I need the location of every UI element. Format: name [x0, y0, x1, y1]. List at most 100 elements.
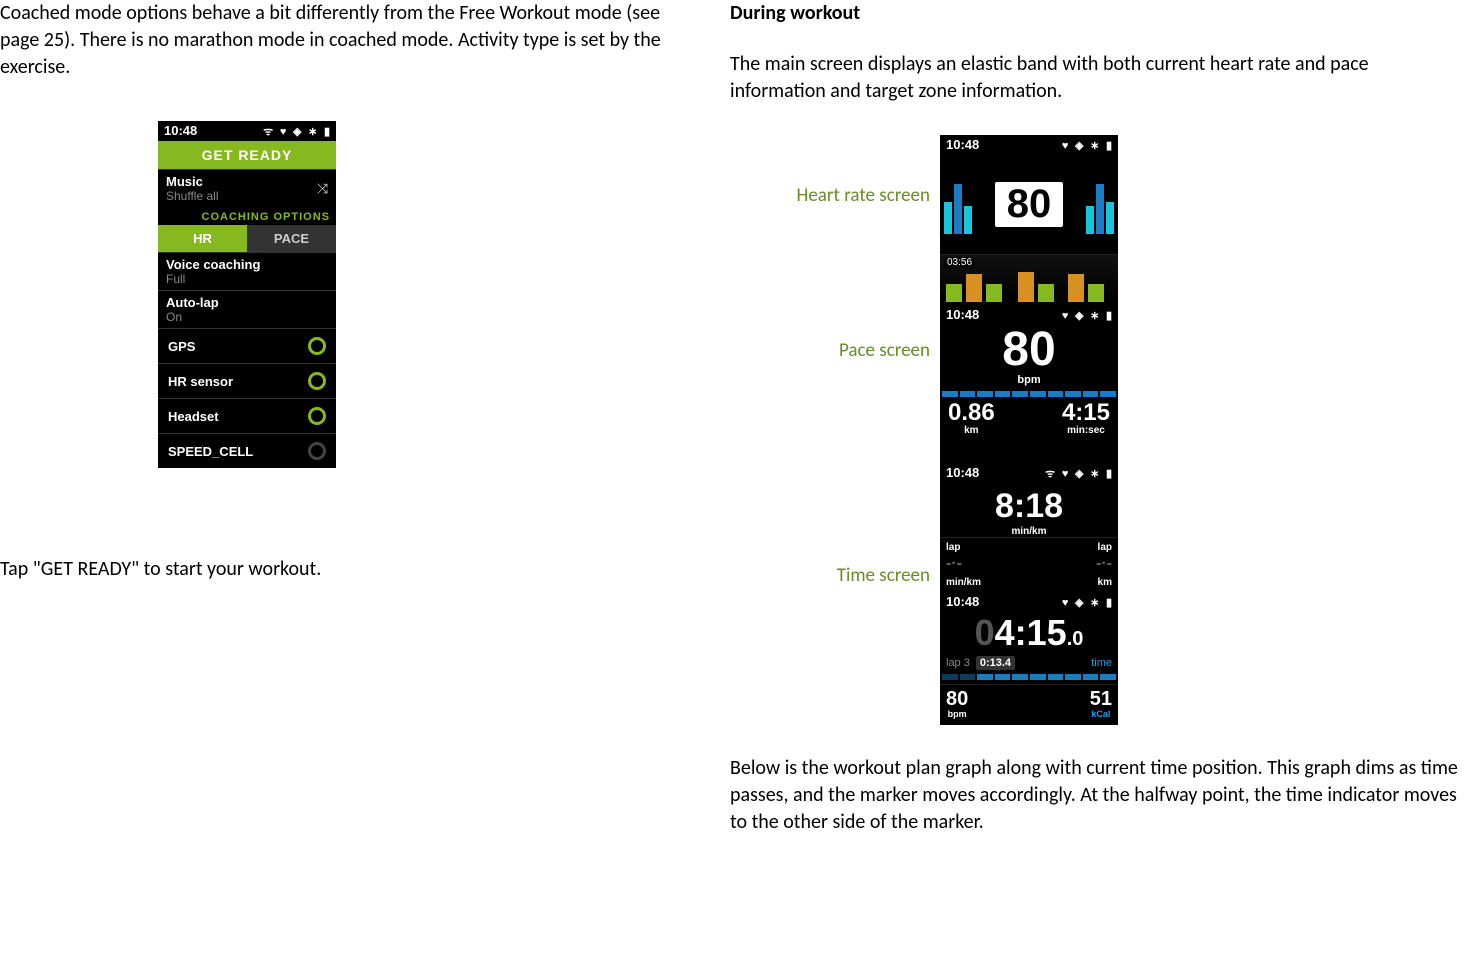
bottom-kcal-value: 51 [1090, 689, 1112, 709]
battery-icon: ▮ [1106, 597, 1112, 609]
lap-unit-minkm: min/km [946, 577, 981, 588]
headset-row[interactable]: Headset [158, 398, 336, 433]
music-label: Music [166, 174, 328, 189]
heart-icon: ♥ [280, 126, 287, 138]
hr-plan-graph: 03:56 [940, 254, 1118, 302]
workout-graph-para: Below is the workout plan graph along wi… [730, 755, 1465, 836]
lap-value-left: -·- [946, 555, 962, 573]
status-icons: ♥ ◈ ∗ ▮ [1059, 137, 1112, 152]
gps-row[interactable]: GPS [158, 328, 336, 363]
distance-unit: km [948, 425, 995, 436]
status-time: 10:48 [164, 123, 197, 139]
bluetooth-icon: ∗ [308, 126, 317, 138]
hr-value: 80 [995, 182, 1064, 227]
bpm-value: 80 [940, 326, 1118, 374]
status-icons: ᯤ ♥ ◈ ∗ ▮ [260, 123, 330, 139]
lap-number: lap 3 [946, 657, 970, 669]
heart-icon: ♥ [1062, 310, 1069, 322]
headset-label: Headset [168, 409, 219, 424]
music-value: Shuffle all [166, 189, 328, 203]
pace-bars [940, 389, 1118, 397]
tap-get-ready-para: Tap "GET READY" to start your workout. [0, 556, 690, 583]
wifi-icon: ᯤ [1045, 468, 1055, 480]
heart-icon: ♥ [1062, 468, 1069, 480]
time-label: time [1091, 657, 1112, 669]
hr-sensor-label: HR sensor [168, 374, 233, 389]
pace-minkm-unit: min/km [940, 526, 1118, 537]
hr-sensor-row[interactable]: HR sensor [158, 363, 336, 398]
bluetooth-icon: ∗ [1090, 140, 1099, 152]
tab-hr[interactable]: HR [158, 225, 247, 252]
coaching-options-header: COACHING OPTIONS [158, 207, 336, 225]
heart-icon: ♥ [1062, 597, 1069, 609]
status-time: 10:48 [946, 465, 979, 481]
duration-unit: min:sec [1062, 425, 1110, 436]
hr-elastic-band: 80 [940, 154, 1118, 254]
voice-label: Voice coaching [166, 257, 328, 272]
autolap-row[interactable]: Auto-lap On [158, 290, 336, 328]
progress-bar [940, 674, 1118, 682]
gps-status-icon [308, 337, 326, 355]
bluetooth-icon: ∗ [1090, 310, 1099, 322]
status-icons: ᯤ ♥ ◈ ∗ ▮ [1042, 465, 1112, 481]
heart-icon: ♥ [1062, 140, 1069, 152]
vibrate-icon: ◈ [1075, 310, 1083, 322]
lap-unit-km: km [1098, 577, 1112, 588]
coaching-tabs: HR PACE [158, 225, 336, 252]
vibrate-icon: ◈ [1075, 468, 1083, 480]
time-screenshot: 10:48 ♥ ◈ ∗ ▮ 04:15.0 lap 3 0:13.4 time [940, 592, 1118, 725]
speedcell-row[interactable]: SPEED_CELL [158, 433, 336, 468]
heart-rate-screenshot: 10:48 ♥ ◈ ∗ ▮ 80 [940, 135, 1118, 305]
bottom-kcal-unit: kCal [1090, 709, 1112, 719]
bottom-bpm-unit: bpm [946, 709, 968, 719]
music-row[interactable]: Music Shuffle all ⤨ [158, 169, 336, 207]
lap-label-right: lap [1098, 542, 1112, 553]
status-bar: 10:48 ᯤ ♥ ◈ ∗ ▮ [158, 121, 336, 141]
status-icons: ♥ ◈ ∗ ▮ [1059, 307, 1112, 322]
status-time: 10:48 [946, 594, 979, 609]
lap-label-left: lap [946, 542, 960, 553]
status-bar: 10:48 ♥ ◈ ∗ ▮ [940, 135, 1118, 154]
hr-sensor-status-icon [308, 372, 326, 390]
gps-label: GPS [168, 339, 195, 354]
speedcell-label: SPEED_CELL [168, 444, 253, 459]
bluetooth-icon: ∗ [1090, 468, 1099, 480]
status-icons: ♥ ◈ ∗ ▮ [1059, 594, 1112, 609]
speed-screenshot: 10:48 ᯤ ♥ ◈ ∗ ▮ 8:18 min/km lap lap [940, 463, 1118, 592]
during-workout-heading: During workout [730, 0, 1465, 27]
elapsed-time-value: 04:15.0 [940, 611, 1118, 654]
status-time: 10:48 [946, 137, 979, 152]
lap-value-right: -·- [1096, 555, 1112, 573]
coached-options-screenshot: 10:48 ᯤ ♥ ◈ ∗ ▮ GET READY Music Shuffle … [158, 121, 336, 468]
shuffle-icon: ⤨ [317, 180, 328, 197]
battery-icon: ▮ [324, 126, 330, 138]
battery-icon: ▮ [1106, 140, 1112, 152]
battery-icon: ▮ [1106, 310, 1112, 322]
voice-coaching-row[interactable]: Voice coaching Full [158, 252, 336, 290]
status-bar: 10:48 ♥ ◈ ∗ ▮ [940, 305, 1118, 324]
bpm-unit: bpm [940, 374, 1118, 386]
duration-value: 4:15 [1062, 401, 1110, 425]
lap-time: 0:13.4 [976, 656, 1015, 670]
tab-pace[interactable]: PACE [247, 225, 336, 252]
bluetooth-icon: ∗ [1090, 597, 1099, 609]
time-screen-label: Time screen [730, 445, 940, 705]
speedcell-status-icon [308, 442, 326, 460]
vibrate-icon: ◈ [1075, 140, 1083, 152]
heart-rate-screen-label: Heart rate screen [730, 135, 940, 255]
coached-intro-para: Coached mode options behave a bit differ… [0, 0, 690, 81]
graph-timestamp: 03:56 [944, 257, 975, 268]
vibrate-icon: ◈ [1075, 597, 1083, 609]
get-ready-button[interactable]: GET READY [158, 141, 336, 169]
status-bar: 10:48 ᯤ ♥ ◈ ∗ ▮ [940, 463, 1118, 483]
bottom-bpm-value: 80 [946, 689, 968, 709]
status-time: 10:48 [946, 307, 979, 322]
vibrate-icon: ◈ [293, 126, 301, 138]
battery-icon: ▮ [1106, 468, 1112, 480]
voice-value: Full [166, 272, 328, 286]
during-workout-para: The main screen displays an elastic band… [730, 51, 1465, 105]
status-bar: 10:48 ♥ ◈ ∗ ▮ [940, 592, 1118, 611]
pace-screenshot: 10:48 ♥ ◈ ∗ ▮ 80 bpm 0.86 km [940, 305, 1118, 463]
wifi-icon: ᯤ [263, 126, 273, 138]
pace-screen-label: Pace screen [730, 255, 940, 445]
